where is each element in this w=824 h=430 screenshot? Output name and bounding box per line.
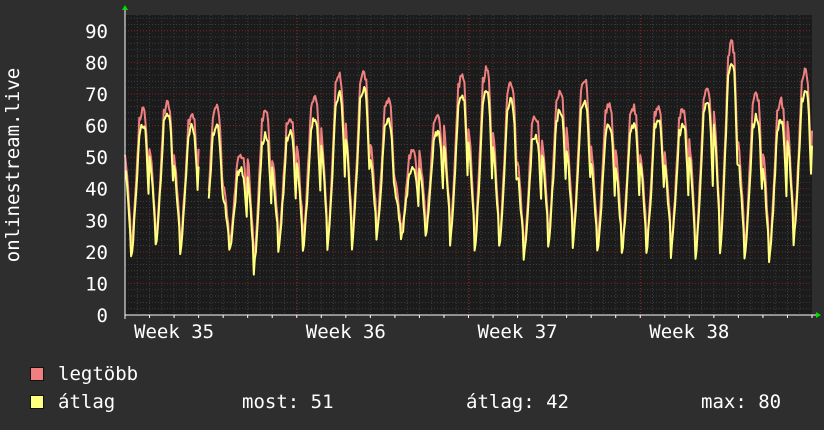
y-tick-label: 10 — [85, 273, 108, 295]
stat-average: átlag: 42 — [466, 391, 569, 413]
x-tick-label: Week 37 — [478, 321, 558, 343]
y-tick-label: 60 — [85, 116, 108, 138]
x-tick-label: Week 36 — [306, 321, 386, 343]
x-axis-labels: Week 35 Week 36 Week 37 Week 38 — [134, 321, 729, 343]
y-axis-ticks: 0 10 20 30 40 50 60 70 80 90 — [85, 21, 108, 327]
y-tick-label: 80 — [85, 52, 108, 74]
x-axis-arrow — [816, 312, 821, 318]
x-tick-label: Week 38 — [649, 321, 729, 343]
legend-row-avg: átlag most: 51 átlag: 42 max: 80 — [30, 390, 810, 414]
y-tick-label: 0 — [97, 305, 108, 327]
legend-label-max: legtöbb — [58, 363, 139, 385]
stat-now: most: 51 — [242, 391, 334, 413]
y-tick-label: 50 — [85, 147, 108, 169]
y-tick-label: 30 — [85, 210, 108, 232]
y-axis-title: onlinestream.live — [2, 68, 24, 262]
stat-max: max: 80 — [701, 391, 782, 413]
x-tick-label: Week 35 — [134, 321, 214, 343]
y-tick-label: 20 — [85, 242, 108, 264]
y-tick-label: 70 — [85, 84, 108, 106]
legend-row-max: legtöbb — [30, 362, 810, 386]
legend-swatch-avg — [30, 395, 44, 409]
legend-swatch-max — [30, 367, 44, 381]
legend-label-avg: átlag — [58, 391, 116, 413]
y-axis-arrow — [122, 5, 128, 10]
y-tick-label: 40 — [85, 179, 108, 201]
y-tick-label: 90 — [85, 21, 108, 43]
